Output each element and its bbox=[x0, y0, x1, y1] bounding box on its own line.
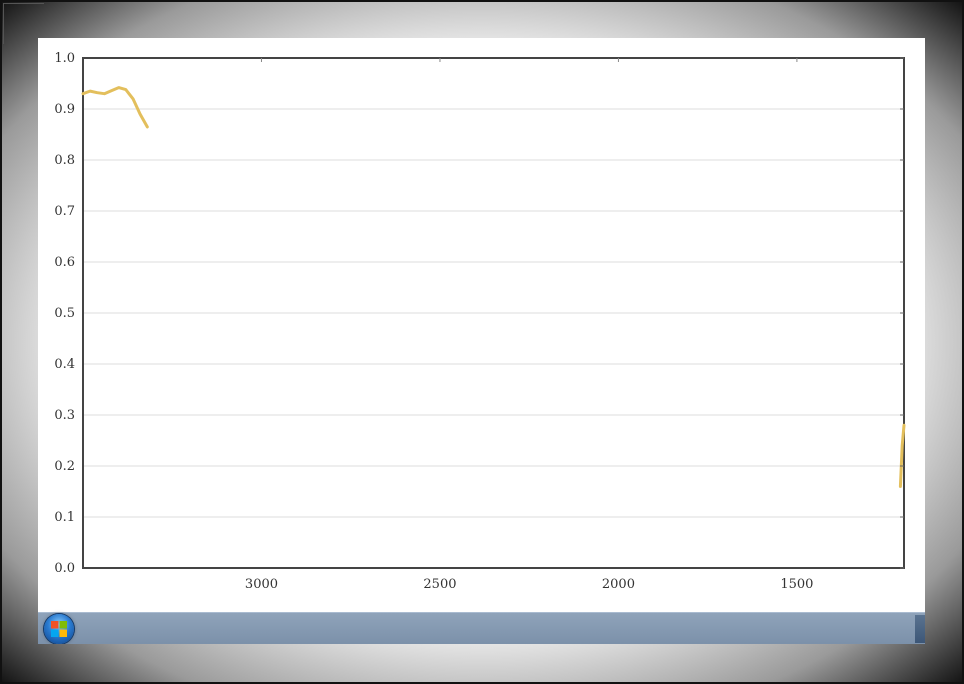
y-tick-label: 0.4 bbox=[54, 357, 75, 372]
screen: 0.0 0.1 0.2 0.3 0.4 0.5 0.6 0.7 0.8 0.9 1.0 3000 25… bbox=[38, 38, 925, 644]
x-axis-ticks: 3000 2500 2000 1500 bbox=[245, 58, 813, 592]
windows-logo-icon bbox=[51, 621, 67, 637]
taskbar bbox=[38, 612, 925, 644]
y-tick-label: 0.3 bbox=[54, 408, 75, 423]
y-tick-label: 0.8 bbox=[54, 153, 75, 168]
spectrum-line-segment bbox=[81, 86, 149, 129]
y-tick-label: 0.7 bbox=[54, 204, 75, 219]
x-tick-label: 2500 bbox=[423, 577, 456, 592]
y-tick-label: 0.6 bbox=[54, 255, 75, 270]
x-tick-label: 1500 bbox=[780, 577, 813, 592]
start-button[interactable] bbox=[44, 614, 74, 644]
y-tick-label: 0.9 bbox=[54, 102, 75, 117]
y-tick-label: 0.2 bbox=[54, 459, 75, 474]
y-tick-label: 0.5 bbox=[54, 306, 75, 321]
show-desktop-button[interactable] bbox=[915, 615, 925, 643]
y-tick-label: 0.1 bbox=[54, 510, 75, 525]
y-tick-label: 0.0 bbox=[54, 561, 75, 576]
x-tick-label: 2000 bbox=[602, 577, 635, 592]
spectrum-chart: 0.0 0.1 0.2 0.3 0.4 0.5 0.6 0.7 0.8 0.9 1.0 3000 25… bbox=[54, 51, 906, 592]
series-lines bbox=[81, 86, 906, 488]
x-tick-label: 3000 bbox=[245, 577, 278, 592]
y-tick-label: 1.0 bbox=[54, 51, 75, 66]
grid-lines bbox=[83, 108, 904, 518]
